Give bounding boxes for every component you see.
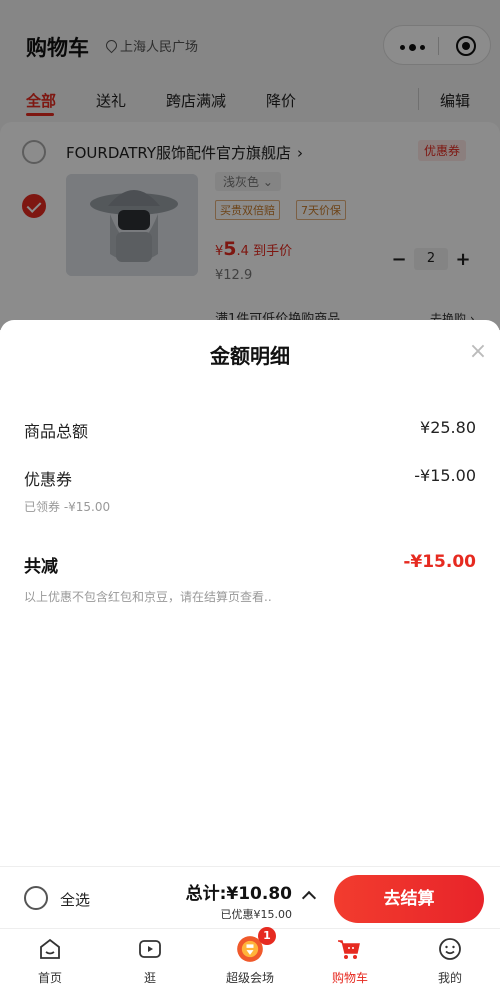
amount-detail-sheet: 金额明细 × 商品总额 ¥25.80 优惠券 -¥15.00 已领券 -¥15.…	[0, 320, 500, 868]
total-reduction-value: -¥15.00	[403, 552, 476, 572]
tabbar-item-venue[interactable]: 1 超级会场	[200, 927, 300, 1002]
modal-overlay[interactable]	[0, 0, 500, 330]
sheet-title: 金额明细	[210, 344, 290, 368]
coupon-label: 优惠券	[24, 470, 73, 489]
home-icon	[40, 938, 60, 959]
tabbar-label-profile: 我的	[437, 971, 462, 985]
goods-total-label: 商品总额	[24, 422, 89, 441]
saved-amount: 已优惠¥15.00	[220, 908, 293, 921]
chevron-up-icon[interactable]	[301, 890, 317, 906]
select-all-label[interactable]: 全选	[60, 889, 90, 910]
tabbar-label-browse: 逛	[143, 971, 156, 985]
checkout-bar: 全选 总计:¥10.80 已优惠¥15.00 去结算	[0, 866, 500, 928]
cart-icon	[338, 940, 360, 959]
tabbar-item-home[interactable]: 首页	[0, 929, 100, 1002]
total-reduction-label: 共减	[24, 557, 58, 577]
close-icon[interactable]: ×	[466, 340, 490, 364]
checkout-button[interactable]: 去结算	[334, 875, 484, 923]
tabbar-item-cart[interactable]: 购物车	[300, 929, 400, 1002]
notification-badge: 1	[258, 927, 276, 945]
video-icon	[139, 940, 161, 958]
tabbar-item-profile[interactable]: 我的	[400, 929, 500, 1002]
select-all-checkbox[interactable]	[24, 886, 48, 910]
total-amount: 总计:¥10.80	[185, 884, 292, 904]
goods-total-value: ¥25.80	[420, 418, 476, 437]
tabbar-label-venue: 超级会场	[225, 971, 274, 985]
tabbar-label-home: 首页	[37, 971, 62, 985]
profile-icon	[439, 938, 461, 960]
discount-note: 以上优惠不包含红包和京豆，请在结算页查看..	[24, 590, 272, 604]
coupon-claimed-note: 已领券 -¥15.00	[24, 500, 111, 514]
tabbar-item-browse[interactable]: 逛	[100, 929, 200, 1002]
coupon-value: -¥15.00	[414, 466, 476, 485]
bottom-tab-bar: 首页 逛 1 超级会场 购物车 我的	[0, 927, 500, 1002]
tabbar-label-cart: 购物车	[331, 971, 368, 985]
